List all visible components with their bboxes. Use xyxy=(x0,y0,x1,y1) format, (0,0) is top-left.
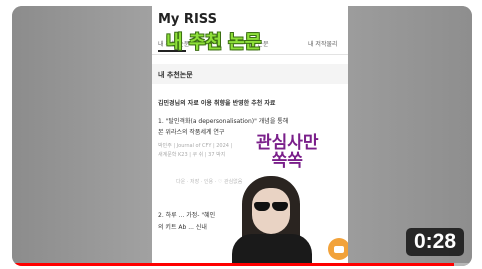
app-title: My RISS xyxy=(158,12,217,27)
presenter xyxy=(232,176,312,266)
section-title: 내 추천논문 xyxy=(158,71,193,79)
lens-right xyxy=(272,202,288,211)
video-thumbnail[interactable]: My RISS 내 추천 논문 본 논문 내 저작물리 내 추천 논문 내 추천… xyxy=(12,6,472,266)
tab-my-works: 내 저작물리 xyxy=(308,41,338,48)
chat-icon xyxy=(334,245,344,253)
presenter-clothing xyxy=(232,234,312,266)
lens-left xyxy=(254,202,270,211)
overlay-caption-mid: 관심사만 쏙쏙 xyxy=(256,133,319,171)
recommend-heading: 김민경님의 자료 이용 취향을 반영한 추천 자료 xyxy=(158,100,276,107)
item1-title-line1: 1. "탈인격화(a depersonalisation)" 개념을 통해 xyxy=(158,118,289,125)
item1-meta1: 박민주 | Journal of CFY | 2024 | xyxy=(158,143,233,149)
divider xyxy=(152,54,348,55)
overlay-caption-top: 내 추천 논문 xyxy=(166,32,262,53)
sunglasses xyxy=(252,202,290,212)
video-duration: 0:28 xyxy=(405,228,464,256)
item1-meta2: 새계문학 K23 | 쿠 쉬 | 37 박지 xyxy=(158,152,226,158)
chat-button xyxy=(328,238,348,260)
item1-title-line2: 본 위라스의 작품세계 연구 xyxy=(158,129,225,136)
phone-screen: My RISS 내 추천 논문 본 논문 내 저작물리 내 추천 논문 내 추천… xyxy=(152,6,348,266)
watch-progress-fill xyxy=(12,263,454,266)
item2-title-line2: 의 키트 Ab ... 신내 xyxy=(158,224,207,231)
item2-title-line1: 2. 하루 ... 가정- "혜인 xyxy=(158,212,216,219)
watch-progress xyxy=(12,263,472,266)
